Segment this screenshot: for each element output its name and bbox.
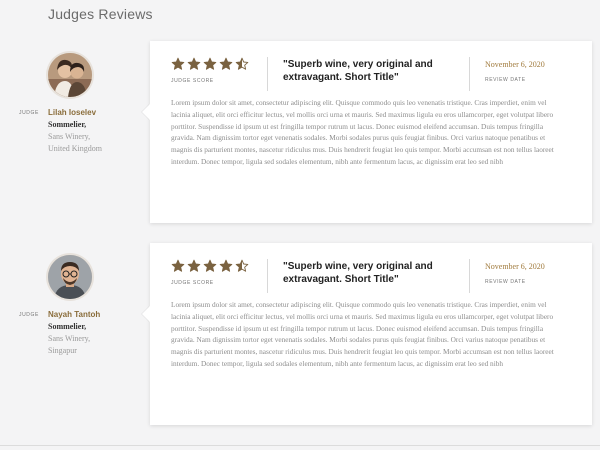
judge-avatar <box>48 53 92 97</box>
star-full-icon <box>171 259 185 272</box>
review-item: JUDGE Nayah Tantoh Sommelier, Sans Winer… <box>0 243 600 433</box>
review-card: JUDGE SCORE "Superb wine, very original … <box>150 243 592 425</box>
date-block: November 6, 2020 REVIEW DATE <box>485 60 585 83</box>
review-body: Lorem ipsum dolor sit amet, consectetur … <box>171 300 554 368</box>
star-full-icon <box>187 57 201 70</box>
review-body: Lorem ipsum dolor sit amet, consectetur … <box>171 98 554 166</box>
review-item: JUDGE Lilah Ioselev Sommelier, Sans Wine… <box>0 41 600 231</box>
date-block: November 6, 2020 REVIEW DATE <box>485 262 585 285</box>
review-title: "Superb wine, very original and extravag… <box>283 59 433 83</box>
score-block: JUDGE SCORE <box>171 57 261 84</box>
judge-location: United Kingdom <box>48 144 102 153</box>
score-label: JUDGE SCORE <box>171 78 214 84</box>
star-full-icon <box>171 57 185 70</box>
score-block: JUDGE SCORE <box>171 259 261 286</box>
avatar-man-glasses-icon <box>48 255 92 299</box>
judge-role: Sommelier, <box>48 322 87 331</box>
judge-name[interactable]: Nayah Tantoh <box>48 310 100 319</box>
divider <box>469 259 470 293</box>
section-bottom-divider <box>0 445 600 446</box>
star-half-icon <box>235 57 249 70</box>
judge-name[interactable]: Lilah Ioselev <box>48 108 96 117</box>
star-full-icon <box>187 259 201 272</box>
star-full-icon <box>203 57 217 70</box>
review-card: JUDGE SCORE "Superb wine, very original … <box>150 41 592 223</box>
date-label: REVIEW DATE <box>485 279 526 285</box>
judge-tag: JUDGE <box>19 312 39 318</box>
judge-company: Sans Winery, <box>48 334 91 343</box>
divider <box>469 57 470 91</box>
score-label: JUDGE SCORE <box>171 280 214 286</box>
judge-location: Singapur <box>48 346 77 355</box>
review-date: November 6, 2020 <box>485 262 545 271</box>
review-date: November 6, 2020 <box>485 60 545 69</box>
star-full-icon <box>219 57 233 70</box>
judge-avatar <box>48 255 92 299</box>
judge-tag: JUDGE <box>19 110 39 116</box>
judge-company: Sans Winery, <box>48 132 91 141</box>
star-rating <box>171 259 261 273</box>
star-half-icon <box>235 259 249 272</box>
avatar-couple-icon <box>48 53 92 97</box>
judge-role: Sommelier, <box>48 120 87 129</box>
date-label: REVIEW DATE <box>485 77 526 83</box>
section-title: Judges Reviews <box>48 6 153 22</box>
review-title: "Superb wine, very original and extravag… <box>283 261 433 285</box>
judge-info: JUDGE Lilah Ioselev Sommelier, Sans Wine… <box>0 41 140 231</box>
divider <box>267 259 268 293</box>
divider <box>267 57 268 91</box>
judge-info: JUDGE Nayah Tantoh Sommelier, Sans Winer… <box>0 243 140 433</box>
star-full-icon <box>219 259 233 272</box>
star-full-icon <box>203 259 217 272</box>
star-rating <box>171 57 261 71</box>
